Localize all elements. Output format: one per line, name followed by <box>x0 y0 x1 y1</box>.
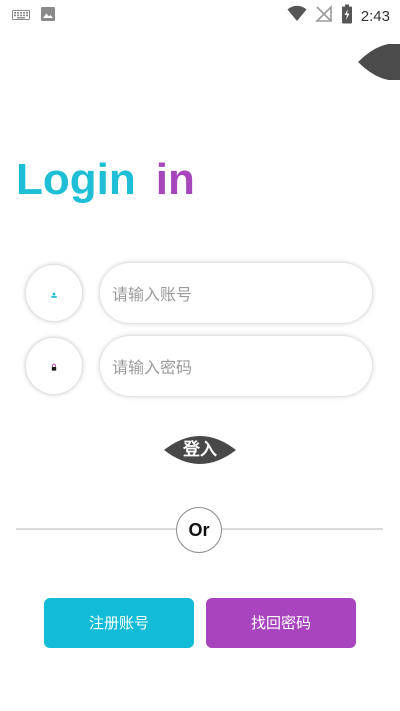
password-input[interactable] <box>110 336 364 398</box>
account-field-container <box>100 263 372 325</box>
status-left-icons <box>12 6 56 26</box>
battery-charging-icon <box>341 4 353 28</box>
login-button-label: 登入 <box>183 440 217 460</box>
password-icon-circle <box>26 338 82 394</box>
image-icon <box>40 6 56 26</box>
account-icon-circle <box>26 265 82 321</box>
signal-off-icon <box>314 5 333 27</box>
account-input[interactable] <box>110 263 364 325</box>
status-right-icons: 2:43 <box>287 4 390 28</box>
lock-icon <box>51 357 57 376</box>
keyboard-icon <box>12 7 30 26</box>
title-login: Login <box>16 155 136 204</box>
find-password-button[interactable]: 找回密码 <box>206 598 356 648</box>
or-divider-label: Or <box>176 507 222 553</box>
title-in: in <box>155 155 195 204</box>
register-button[interactable]: 注册账号 <box>44 598 194 648</box>
status-bar: 2:43 <box>0 0 400 28</box>
user-icon <box>50 284 58 303</box>
password-field-container <box>100 336 372 398</box>
wifi-icon <box>287 5 307 27</box>
corner-diamond-button[interactable] <box>358 43 400 81</box>
login-button[interactable]: 登入 <box>164 428 236 472</box>
page-title: Login in <box>16 150 195 210</box>
status-time: 2:43 <box>360 7 390 25</box>
